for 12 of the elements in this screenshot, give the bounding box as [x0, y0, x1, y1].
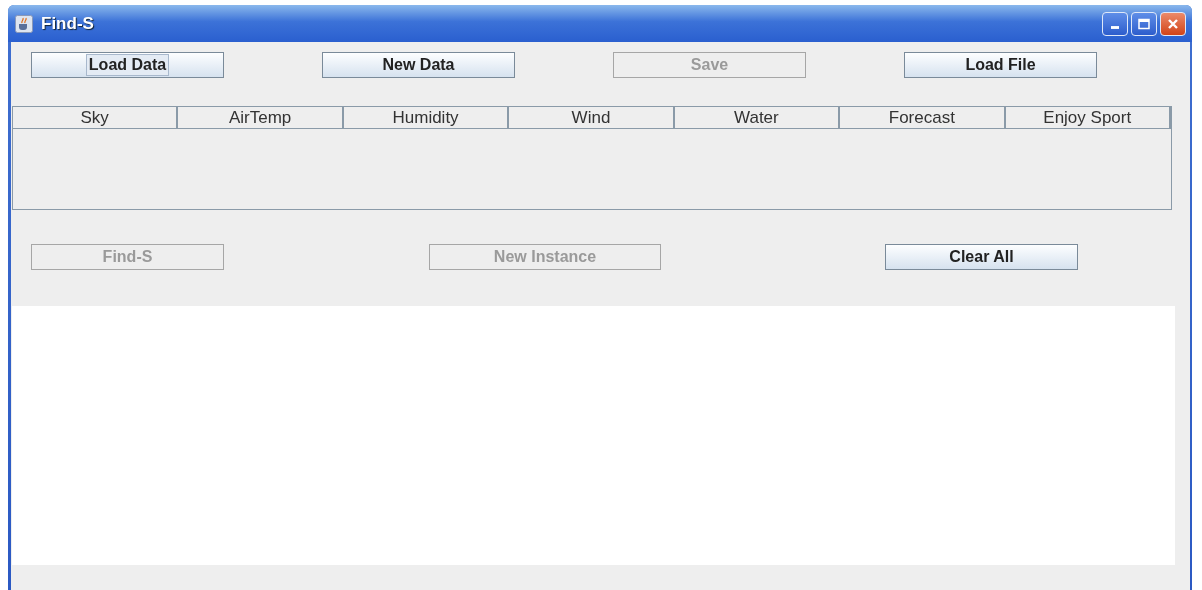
action-button[interactable]: Load Data	[31, 52, 224, 78]
window-title: Find-S	[41, 13, 94, 34]
action-button[interactable]: New Data	[322, 52, 515, 78]
maximize-icon	[1138, 17, 1150, 30]
minimize-button[interactable]	[1102, 11, 1128, 36]
minimize-icon	[1111, 26, 1119, 29]
close-button[interactable]	[1160, 11, 1186, 36]
maximize-button[interactable]	[1131, 11, 1157, 36]
close-icon	[1167, 17, 1179, 30]
action-button[interactable]: Clear All	[885, 244, 1078, 270]
coffee-cup-icon	[15, 14, 33, 33]
action-button[interactable]: Load File	[904, 52, 1097, 78]
